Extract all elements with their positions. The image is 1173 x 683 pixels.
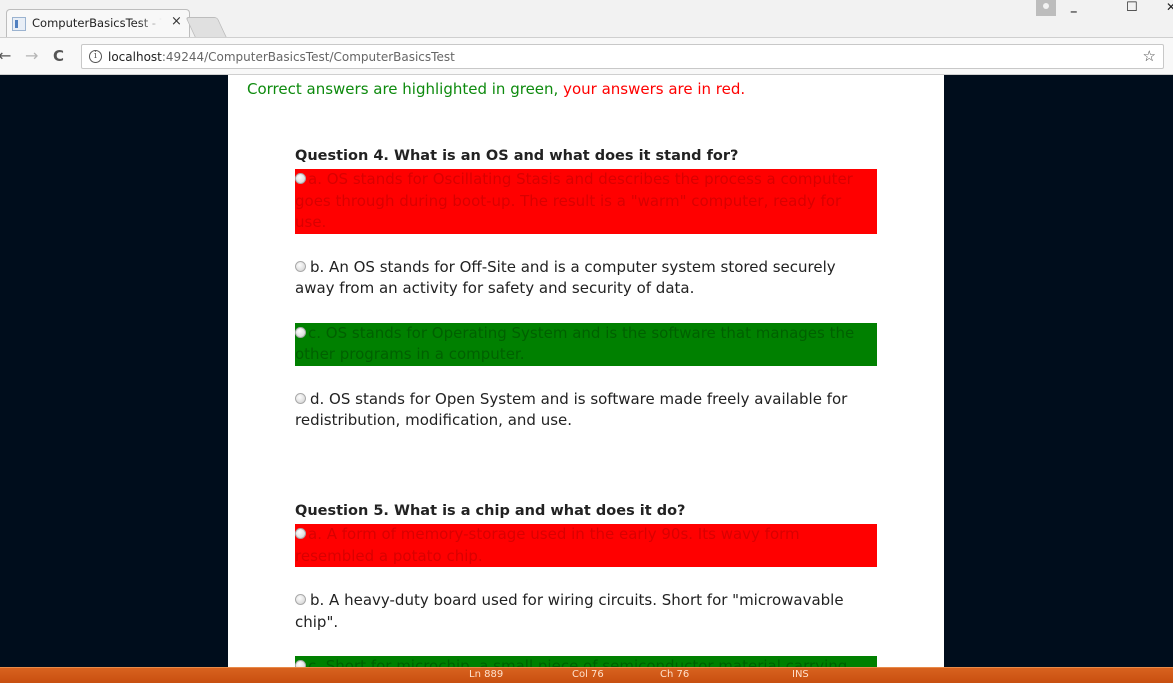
answer-text: c. Short for microchip, a small piece of… — [308, 657, 848, 667]
answer-text: d. OS stands for Open System and is soft… — [295, 389, 848, 430]
radio-button[interactable] — [295, 326, 306, 338]
tab-close-icon[interactable]: × — [171, 14, 182, 29]
bookmark-star-icon[interactable]: ☆ — [1143, 47, 1156, 65]
question-4: Question 4. What is an OS and what does … — [295, 148, 877, 432]
forward-arrow-icon[interactable]: → — [25, 46, 38, 65]
answer-text: c. OS stands for Operating System and is… — [295, 323, 855, 364]
answer-option-b[interactable]: b. An OS stands for Off-Site and is a co… — [295, 257, 877, 300]
answer-option-a[interactable]: a. A form of memory-storage used in the … — [295, 524, 877, 567]
close-window-button[interactable]: ✕ — [1166, 0, 1173, 14]
results-legend: Correct answers are highlighted in green… — [247, 80, 745, 98]
url-path: :49244/ComputerBasicsTest/ComputerBasics… — [161, 50, 455, 64]
new-tab-button[interactable] — [185, 17, 227, 37]
radio-button[interactable] — [295, 528, 306, 539]
site-info-icon[interactable]: i — [89, 50, 102, 63]
tab-computer-basics-test[interactable]: ComputerBasicsTest - The × — [6, 9, 190, 38]
answer-text: a. A form of memory-storage used in the … — [295, 525, 800, 565]
answer-option-b[interactable]: b. A heavy-duty board used for wiring ci… — [295, 590, 877, 633]
user-profile-icon[interactable] — [1036, 0, 1056, 16]
status-insert-mode: INS — [792, 669, 809, 680]
radio-button[interactable] — [295, 173, 306, 184]
status-line: Ln 889 — [469, 669, 504, 680]
answer-option-c[interactable]: c. Short for microchip, a small piece of… — [295, 656, 877, 667]
radio-button[interactable] — [295, 260, 306, 272]
legend-yours: your answers are in red. — [558, 80, 746, 98]
tab-title: ComputerBasicsTest - The — [32, 16, 162, 30]
tab-strip: ComputerBasicsTest - The × – ☐ ✕ — [0, 0, 1173, 38]
minimize-button[interactable]: – — [1070, 2, 1078, 20]
address-bar[interactable]: i localhost:49244/ComputerBasicsTest/Com… — [81, 44, 1164, 69]
answer-text: a. OS stands for Oscillating Stasis and … — [295, 170, 853, 231]
radio-button[interactable] — [295, 392, 306, 404]
editor-status-bar: Ln 889 Col 76 Ch 76 INS — [0, 667, 1173, 683]
answer-text: b. A heavy-duty board used for wiring ci… — [295, 591, 844, 631]
reload-icon[interactable]: C — [53, 47, 64, 65]
maximize-button[interactable]: ☐ — [1126, 0, 1138, 15]
answer-text: b. An OS stands for Off-Site and is a co… — [295, 257, 836, 298]
status-char: Ch 76 — [660, 669, 690, 680]
radio-button[interactable] — [295, 660, 306, 667]
status-column: Col 76 — [572, 669, 604, 680]
legend-correct: Correct answers are highlighted in green… — [247, 80, 559, 98]
answer-option-a[interactable]: a. OS stands for Oscillating Stasis and … — [295, 169, 877, 234]
radio-button[interactable] — [295, 594, 306, 605]
url-text[interactable]: localhost:49244/ComputerBasicsTest/Compu… — [108, 50, 455, 64]
url-host: localhost — [108, 50, 162, 64]
answer-option-d[interactable]: d. OS stands for Open System and is soft… — [295, 389, 877, 432]
back-arrow-icon[interactable]: ← — [0, 46, 11, 65]
question-title: Question 4. What is an OS and what does … — [295, 148, 739, 164]
question-5: Question 5. What is a chip and what does… — [295, 503, 877, 667]
answer-option-c[interactable]: c. OS stands for Operating System and is… — [295, 322, 877, 366]
page-favicon-icon — [12, 17, 26, 31]
test-results-page: Correct answers are highlighted in green… — [228, 75, 944, 667]
browser-chrome: ComputerBasicsTest - The × – ☐ ✕ ← → C i… — [0, 0, 1173, 75]
browser-toolbar: ← → C i localhost:49244/ComputerBasicsTe… — [0, 37, 1173, 75]
question-title: Question 5. What is a chip and what does… — [295, 503, 686, 519]
